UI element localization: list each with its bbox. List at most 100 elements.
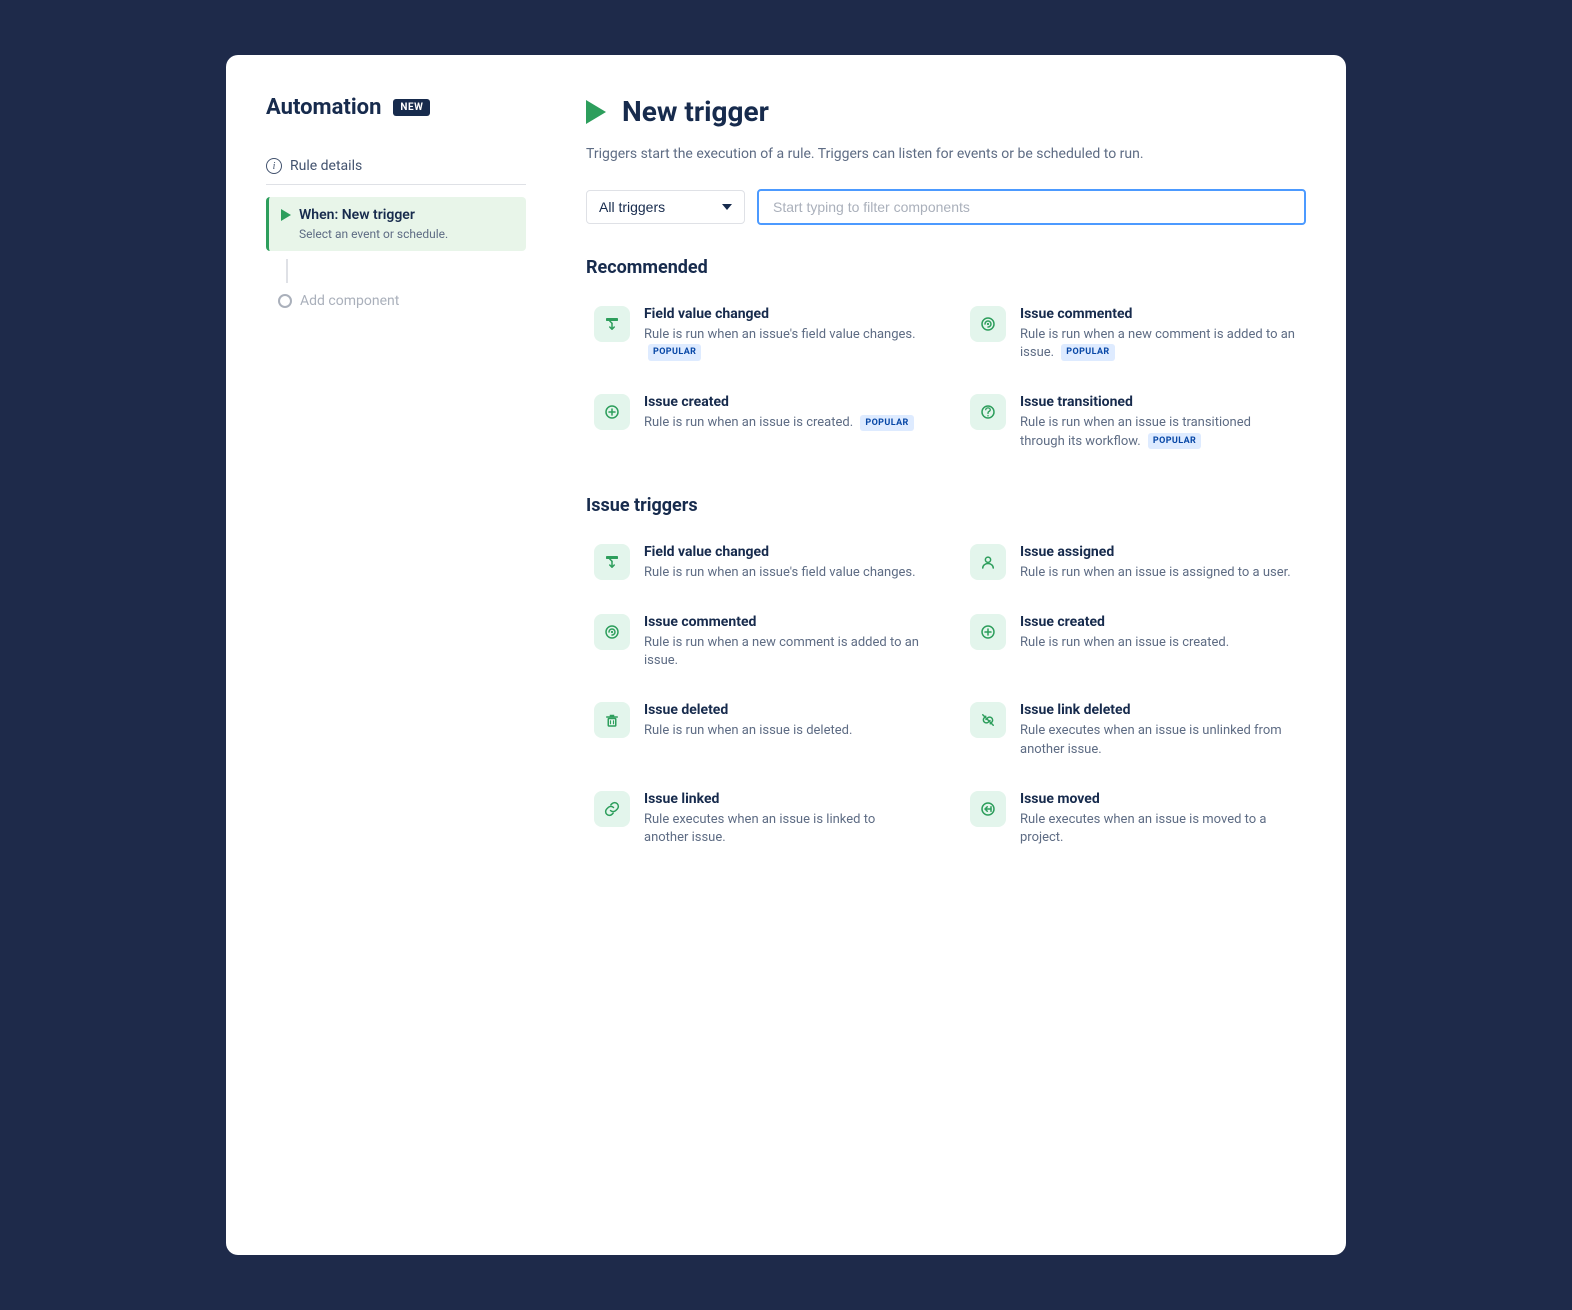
- move-icon-wrap: [970, 791, 1006, 827]
- triggers-filter-select[interactable]: All triggers Issue triggers Schedule tri…: [586, 190, 745, 224]
- link-icon-wrap: [594, 791, 630, 827]
- transition-icon: [979, 403, 997, 421]
- trigger-desc: Rule is run when a new comment is added …: [644, 634, 922, 670]
- field-value-icon-wrap: [594, 306, 630, 342]
- assigned-icon-wrap: [970, 544, 1006, 580]
- trigger-desc: Rule executes when an issue is moved to …: [1020, 811, 1298, 847]
- app-container: Automation NEW i Rule details When: New …: [226, 55, 1346, 1255]
- main-play-icon: [586, 100, 606, 124]
- comment-icon: [979, 315, 997, 333]
- plus-icon-wrap-2: [970, 614, 1006, 650]
- issue-triggers-grid: Field value changed Rule is run when an …: [586, 536, 1306, 855]
- field-value-icon: [603, 553, 621, 571]
- trigger-desc: Rule is run when an issue is deleted.: [644, 722, 852, 740]
- comment-icon-2: [603, 623, 621, 641]
- field-value-icon: [603, 315, 621, 333]
- trigger-name: Issue linked: [644, 791, 922, 807]
- trigger-card-issue-commented[interactable]: Issue commented Rule is run when a new c…: [586, 606, 930, 678]
- filter-row: All triggers Issue triggers Schedule tri…: [586, 189, 1306, 225]
- comment-icon-wrap: [970, 306, 1006, 342]
- plus-icon-2: [979, 623, 997, 641]
- trigger-name: Field value changed: [644, 306, 922, 322]
- main-content: New trigger Triggers start the execution…: [546, 95, 1306, 1215]
- trigger-card-issue-transitioned-recommended[interactable]: Issue transitioned Rule is run when an i…: [962, 386, 1306, 458]
- trash-icon-wrap: [594, 702, 630, 738]
- trigger-info: Issue link deleted Rule executes when an…: [1020, 702, 1298, 758]
- trigger-card-issue-created[interactable]: Issue created Rule is run when an issue …: [962, 606, 1306, 678]
- sidebar-trigger-subtitle: Select an event or schedule.: [299, 227, 514, 241]
- connector-line: [286, 259, 288, 283]
- circle-icon: [278, 294, 292, 308]
- trigger-info: Issue linked Rule executes when an issue…: [644, 791, 922, 847]
- trigger-name: Issue commented: [644, 614, 922, 630]
- popular-badge: POPULAR: [1061, 344, 1114, 361]
- sidebar-trigger-item[interactable]: When: New trigger Select an event or sch…: [266, 197, 526, 251]
- trigger-info: Issue created Rule is run when an issue …: [1020, 614, 1229, 652]
- trigger-name: Issue assigned: [1020, 544, 1291, 560]
- transition-icon-wrap: [970, 394, 1006, 430]
- trigger-name: Issue deleted: [644, 702, 852, 718]
- play-icon: [281, 209, 291, 221]
- trigger-info: Field value changed Rule is run when an …: [644, 544, 916, 582]
- rule-details-label: Rule details: [290, 158, 362, 174]
- trigger-info: Issue assigned Rule is run when an issue…: [1020, 544, 1291, 582]
- add-component-label: Add component: [300, 293, 399, 309]
- sidebar: Automation NEW i Rule details When: New …: [266, 95, 546, 1215]
- trigger-info: Issue transitioned Rule is run when an i…: [1020, 394, 1298, 450]
- trigger-card-issue-commented-recommended[interactable]: Issue commented Rule is run when a new c…: [962, 298, 1306, 370]
- trigger-name: Issue moved: [1020, 791, 1298, 807]
- issue-triggers-section-title: Issue triggers: [586, 495, 1306, 516]
- trigger-desc: Rule is run when an issue's field value …: [644, 326, 922, 362]
- unlink-icon: [979, 711, 997, 729]
- trigger-desc: Rule executes when an issue is linked to…: [644, 811, 922, 847]
- main-header: New trigger: [586, 95, 1306, 128]
- trigger-card-issue-moved[interactable]: Issue moved Rule executes when an issue …: [962, 783, 1306, 855]
- field-value-icon-wrap: [594, 544, 630, 580]
- popular-badge: POPULAR: [1148, 433, 1201, 450]
- trigger-info: Issue created Rule is run when an issue …: [644, 394, 914, 432]
- trigger-card-issue-assigned[interactable]: Issue assigned Rule is run when an issue…: [962, 536, 1306, 590]
- sidebar-title: Automation: [266, 95, 381, 120]
- trigger-info: Issue deleted Rule is run when an issue …: [644, 702, 852, 740]
- plus-icon: [603, 403, 621, 421]
- trigger-card-issue-linked[interactable]: Issue linked Rule executes when an issue…: [586, 783, 930, 855]
- trigger-card-issue-link-deleted[interactable]: Issue link deleted Rule executes when an…: [962, 694, 1306, 766]
- link-icon: [603, 800, 621, 818]
- trigger-desc: Rule is run when an issue is transitione…: [1020, 414, 1298, 450]
- trigger-name: Issue transitioned: [1020, 394, 1298, 410]
- trash-icon: [603, 711, 621, 729]
- trigger-desc: Rule is run when an issue is created.: [1020, 634, 1229, 652]
- trigger-card-field-value-recommended[interactable]: Field value changed Rule is run when an …: [586, 298, 930, 370]
- trigger-desc: Rule is run when an issue's field value …: [644, 564, 916, 582]
- assigned-icon: [979, 553, 997, 571]
- trigger-info: Issue moved Rule executes when an issue …: [1020, 791, 1298, 847]
- trigger-desc: Rule is run when an issue is created. PO…: [644, 414, 914, 432]
- trigger-card-field-value[interactable]: Field value changed Rule is run when an …: [586, 536, 930, 590]
- sidebar-trigger-item-header: When: New trigger: [281, 207, 514, 223]
- issue-triggers-section: Issue triggers Field value changed Rule …: [586, 495, 1306, 855]
- unlink-icon-wrap: [970, 702, 1006, 738]
- recommended-section-title: Recommended: [586, 257, 1306, 278]
- comment-icon-wrap-2: [594, 614, 630, 650]
- main-title: New trigger: [622, 95, 769, 128]
- trigger-desc: Rule is run when an issue is assigned to…: [1020, 564, 1291, 582]
- trigger-desc: Rule executes when an issue is unlinked …: [1020, 722, 1298, 758]
- trigger-card-issue-created-recommended[interactable]: Issue created Rule is run when an issue …: [586, 386, 930, 458]
- main-description: Triggers start the execution of a rule. …: [586, 144, 1306, 165]
- trigger-card-issue-deleted[interactable]: Issue deleted Rule is run when an issue …: [586, 694, 930, 766]
- trigger-info: Field value changed Rule is run when an …: [644, 306, 922, 362]
- filter-input[interactable]: [757, 189, 1306, 225]
- sidebar-rule-details[interactable]: i Rule details: [266, 148, 526, 185]
- plus-icon-wrap: [594, 394, 630, 430]
- trigger-name: Issue link deleted: [1020, 702, 1298, 718]
- trigger-name: Issue created: [644, 394, 914, 410]
- sidebar-header: Automation NEW: [266, 95, 526, 120]
- trigger-info: Issue commented Rule is run when a new c…: [1020, 306, 1298, 362]
- trigger-name: Issue commented: [1020, 306, 1298, 322]
- trigger-info: Issue commented Rule is run when a new c…: [644, 614, 922, 670]
- trigger-name: Issue created: [1020, 614, 1229, 630]
- info-icon: i: [266, 158, 282, 174]
- popular-badge: POPULAR: [860, 415, 913, 432]
- sidebar-add-component[interactable]: Add component: [266, 283, 526, 319]
- popular-badge: POPULAR: [648, 344, 701, 361]
